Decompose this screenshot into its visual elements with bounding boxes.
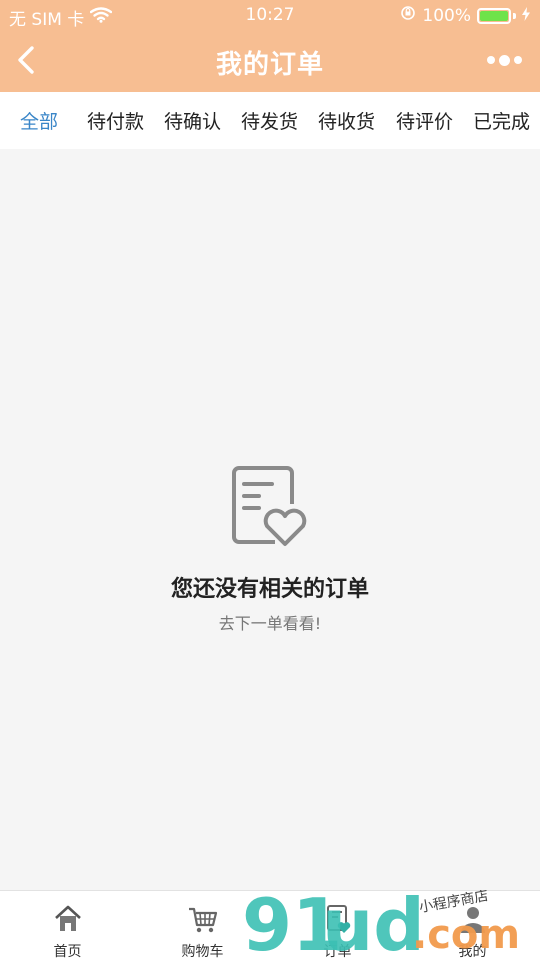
- tab-pending-review[interactable]: 待评价: [396, 107, 453, 134]
- battery-percent: 100%: [422, 5, 471, 26]
- charging-icon: [522, 6, 530, 26]
- more-dot-icon: [513, 56, 522, 64]
- home-icon: [54, 905, 81, 931]
- bottom-tabbar: 首页 购物车 订单 我的: [0, 890, 540, 960]
- page-title: 我的订单: [215, 50, 324, 80]
- battery-icon: [477, 7, 511, 24]
- nav-bar: 我的订单: [0, 30, 540, 92]
- status-bar: 无 SIM 卡 10:27 100%: [0, 0, 540, 30]
- tabbar-label-home: 首页: [53, 944, 82, 960]
- more-button[interactable]: [484, 48, 524, 72]
- tab-completed[interactable]: 已完成: [473, 107, 530, 134]
- more-dot-icon: [486, 56, 495, 64]
- empty-order-icon: [229, 464, 313, 548]
- tab-pending-confirm[interactable]: 待确认: [164, 107, 221, 134]
- order-icon: [326, 905, 350, 933]
- cart-icon: [188, 907, 217, 933]
- user-icon: [460, 907, 485, 933]
- tabbar-label-mine: 我的: [458, 944, 487, 960]
- tab-pending-shipment[interactable]: 待发货: [241, 107, 298, 134]
- tabbar-label-orders: 订单: [323, 944, 352, 960]
- tabbar-item-cart[interactable]: 购物车: [135, 891, 270, 960]
- tabbar-item-mine[interactable]: 我的: [405, 891, 540, 960]
- empty-subtitle: 去下一单看看!: [218, 614, 322, 633]
- tab-pending-payment[interactable]: 待付款: [87, 107, 144, 134]
- battery-tip: [513, 12, 516, 19]
- tab-pending-receipt[interactable]: 待收货: [318, 107, 375, 134]
- empty-title: 您还没有相关的订单: [170, 577, 369, 602]
- status-right: 100%: [400, 5, 530, 26]
- more-dot-icon: [498, 54, 510, 66]
- tabbar-item-home[interactable]: 首页: [0, 891, 135, 960]
- tab-all[interactable]: 全部: [20, 107, 58, 134]
- tabbar-label-cart: 购物车: [181, 944, 224, 960]
- orientation-lock-icon: [400, 5, 416, 26]
- header: 无 SIM 卡 10:27 100% 我的订单: [0, 0, 540, 92]
- tabbar-item-orders[interactable]: 订单: [270, 891, 405, 960]
- order-status-tabs: 全部 待付款 待确认 待发货 待收货 待评价 已完成: [0, 92, 540, 149]
